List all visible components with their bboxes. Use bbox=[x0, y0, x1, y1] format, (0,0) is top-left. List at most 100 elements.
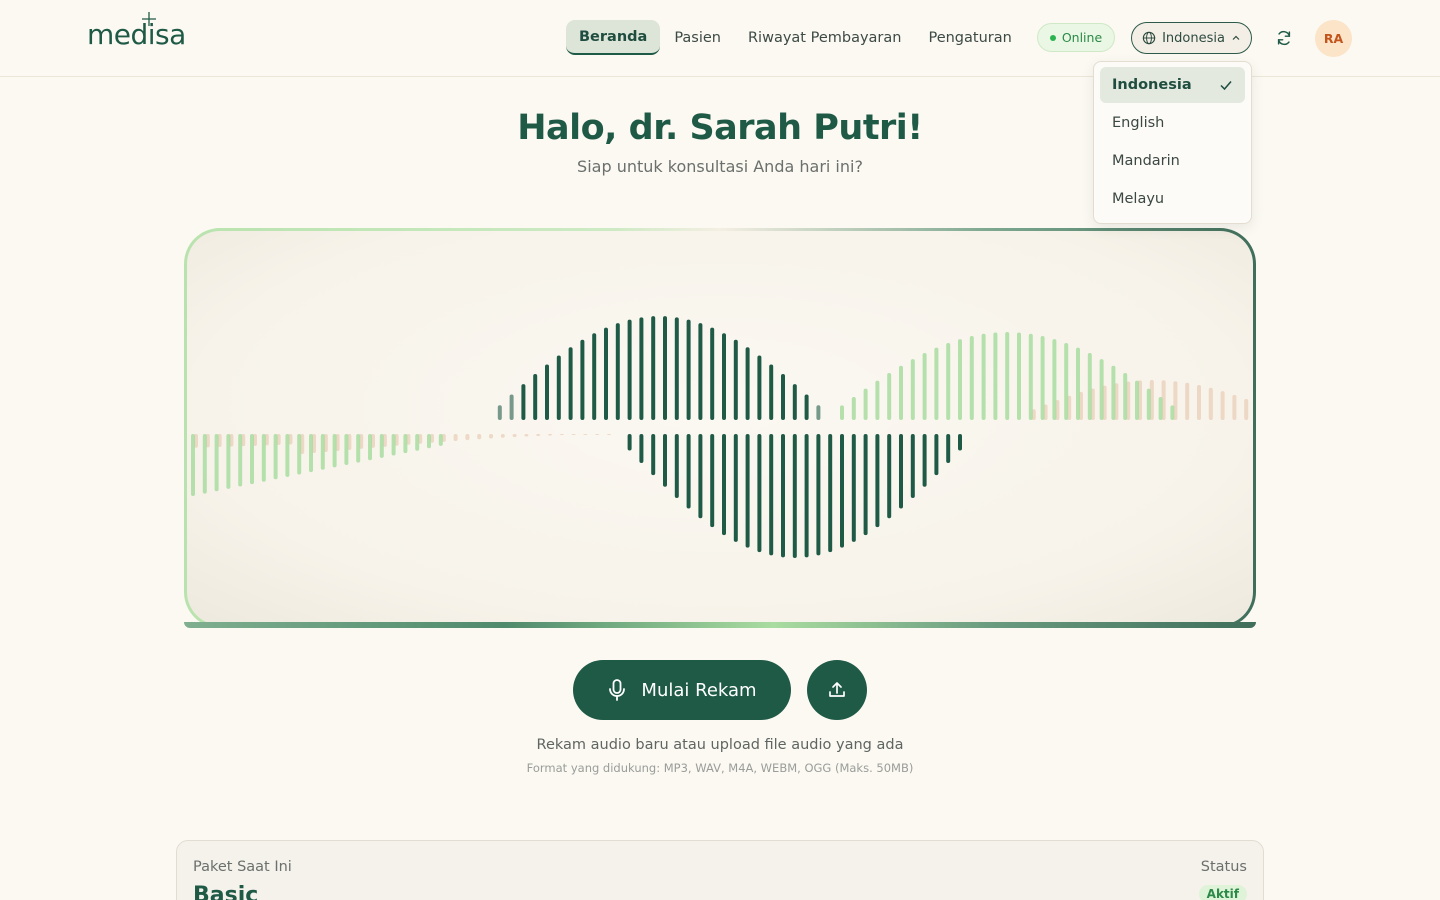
language-dropdown-menu: Indonesia English Mandarin Melayu bbox=[1093, 61, 1252, 224]
waveform-bar-dark bbox=[851, 434, 856, 542]
waveform-bar-light bbox=[946, 342, 951, 420]
waveform-canvas bbox=[187, 231, 1253, 625]
start-recording-button[interactable]: Mulai Rekam bbox=[573, 660, 791, 720]
waveform-bar-light bbox=[379, 434, 384, 458]
waveform-bar-accent bbox=[453, 434, 458, 441]
waveform-bar-light bbox=[391, 434, 396, 456]
waveform-bar-accent bbox=[500, 434, 505, 438]
waveform-bar-dark bbox=[899, 434, 903, 509]
waveform-bar-light bbox=[285, 434, 290, 477]
check-icon bbox=[1220, 81, 1232, 91]
waveform-bar-dark bbox=[863, 434, 868, 536]
waveform-bar-light bbox=[226, 434, 231, 489]
waveform-bar-accent bbox=[595, 434, 600, 435]
start-recording-label: Mulai Rekam bbox=[641, 679, 757, 701]
waveform-bar-dark bbox=[792, 434, 797, 558]
waveform-bar-light bbox=[863, 388, 868, 420]
waveform-bar-dark bbox=[615, 323, 620, 420]
waveform-bar-accent bbox=[1244, 399, 1249, 420]
waveform-bar-dark bbox=[497, 405, 502, 420]
waveform-bar-dark bbox=[568, 347, 573, 420]
waveform-bar-light bbox=[191, 434, 195, 496]
waveform-bar-dark bbox=[804, 394, 809, 420]
waveform-bar-dark bbox=[722, 333, 726, 420]
waveform-bar-accent bbox=[512, 434, 517, 438]
language-option-indonesia[interactable]: Indonesia bbox=[1100, 67, 1245, 103]
chevron-up-icon bbox=[1232, 35, 1240, 40]
waveform-bar-light bbox=[1158, 396, 1163, 420]
waveform-bar-dark bbox=[592, 333, 597, 420]
waveform-bar-light bbox=[993, 332, 998, 420]
waveform-bar-dark bbox=[910, 434, 915, 498]
language-selector-button[interactable]: Indonesia bbox=[1131, 22, 1252, 54]
waveform-bar-light bbox=[1170, 405, 1175, 420]
waveform-bar-light bbox=[1087, 353, 1092, 420]
waveform-bar-light bbox=[309, 434, 313, 473]
waveform-bar-light bbox=[356, 434, 361, 463]
plan-status-label: Status bbox=[1200, 859, 1247, 875]
waveform-bar-dark bbox=[781, 374, 785, 420]
plan-name: Basic bbox=[193, 883, 259, 900]
waveform-bar-light bbox=[1005, 332, 1010, 420]
waveform-bar-light bbox=[875, 380, 880, 420]
user-avatar[interactable]: RA bbox=[1315, 20, 1352, 57]
waveform-bar-light bbox=[415, 434, 420, 451]
waveform-bar-accent bbox=[536, 434, 541, 436]
brand-logo[interactable]: medisa bbox=[87, 18, 186, 51]
waveform-bar-light bbox=[1017, 332, 1021, 420]
waveform-bar-dark bbox=[733, 434, 738, 542]
waveform-bar-dark bbox=[639, 317, 644, 420]
waveform-bar-accent bbox=[1185, 382, 1190, 420]
status-label: Online bbox=[1061, 30, 1103, 45]
waveform-bar-dark bbox=[639, 434, 644, 463]
upload-audio-button[interactable] bbox=[807, 660, 867, 720]
current-plan-card: Paket Saat Ini Basic Status Aktif bbox=[176, 840, 1264, 900]
waveform-bar-light bbox=[261, 434, 266, 482]
nav-item-riwayat-pembayaran[interactable]: Riwayat Pembayaran bbox=[735, 20, 914, 55]
waveform-bar-dark bbox=[781, 434, 785, 558]
nav-item-pengaturan[interactable]: Pengaturan bbox=[915, 20, 1024, 55]
waveform-bar-light bbox=[887, 373, 892, 420]
supported-formats-text: Format yang didukung: MP3, WAV, M4A, WEB… bbox=[526, 761, 914, 775]
waveform-bar-accent bbox=[571, 434, 576, 435]
waveform-bar-light bbox=[427, 434, 431, 449]
waveform-bar-dark bbox=[556, 355, 561, 420]
waveform-bar-accent bbox=[524, 434, 529, 437]
main-nav: Beranda Pasien Riwayat Pembayaran Pengat… bbox=[566, 20, 1026, 55]
sparkle-icon bbox=[142, 12, 156, 26]
nav-item-pasien[interactable]: Pasien bbox=[661, 20, 734, 55]
waveform-bar-accent bbox=[1220, 391, 1225, 420]
waveform-bar-dark bbox=[804, 434, 809, 558]
waveform-bar-dark bbox=[651, 316, 656, 420]
waveform-bar-light bbox=[969, 336, 974, 420]
waveform-bar-dark bbox=[958, 434, 962, 451]
waveform-bar-dark bbox=[828, 434, 833, 553]
refresh-button[interactable] bbox=[1272, 26, 1296, 50]
language-option-melayu[interactable]: Melayu bbox=[1100, 181, 1245, 217]
waveform-bar-light bbox=[934, 347, 939, 420]
waveform-bar-dark bbox=[674, 317, 679, 420]
waveform-bar-dark bbox=[934, 434, 939, 476]
language-option-english[interactable]: English bbox=[1100, 105, 1245, 141]
audio-waveform-panel bbox=[184, 228, 1256, 628]
waveform-bar-accent bbox=[489, 434, 493, 439]
waveform-bar-dark bbox=[745, 434, 750, 548]
status-dot-icon bbox=[1049, 34, 1056, 41]
waveform-bar-light bbox=[1040, 336, 1045, 420]
waveform-bar-accent bbox=[1197, 385, 1201, 420]
waveform-bar-dark bbox=[698, 434, 703, 519]
waveform-bar-dark bbox=[521, 384, 526, 420]
waveform-bar-dark bbox=[686, 434, 691, 509]
waveform-bar-dark bbox=[651, 434, 656, 476]
waveform-bar-dark bbox=[627, 319, 632, 420]
waveform-bar-accent bbox=[559, 434, 564, 436]
waveform-bar-light bbox=[1146, 388, 1151, 420]
language-option-mandarin[interactable]: Mandarin bbox=[1100, 143, 1245, 179]
waveform-bar-dark bbox=[816, 434, 821, 556]
nav-item-beranda[interactable]: Beranda bbox=[566, 20, 661, 55]
waveform-bar-light bbox=[1135, 380, 1139, 420]
waveform-bar-dark bbox=[604, 327, 608, 420]
waveform-bar-light bbox=[297, 434, 302, 475]
waveform-bar-light bbox=[899, 365, 903, 420]
language-option-label: English bbox=[1112, 115, 1165, 131]
